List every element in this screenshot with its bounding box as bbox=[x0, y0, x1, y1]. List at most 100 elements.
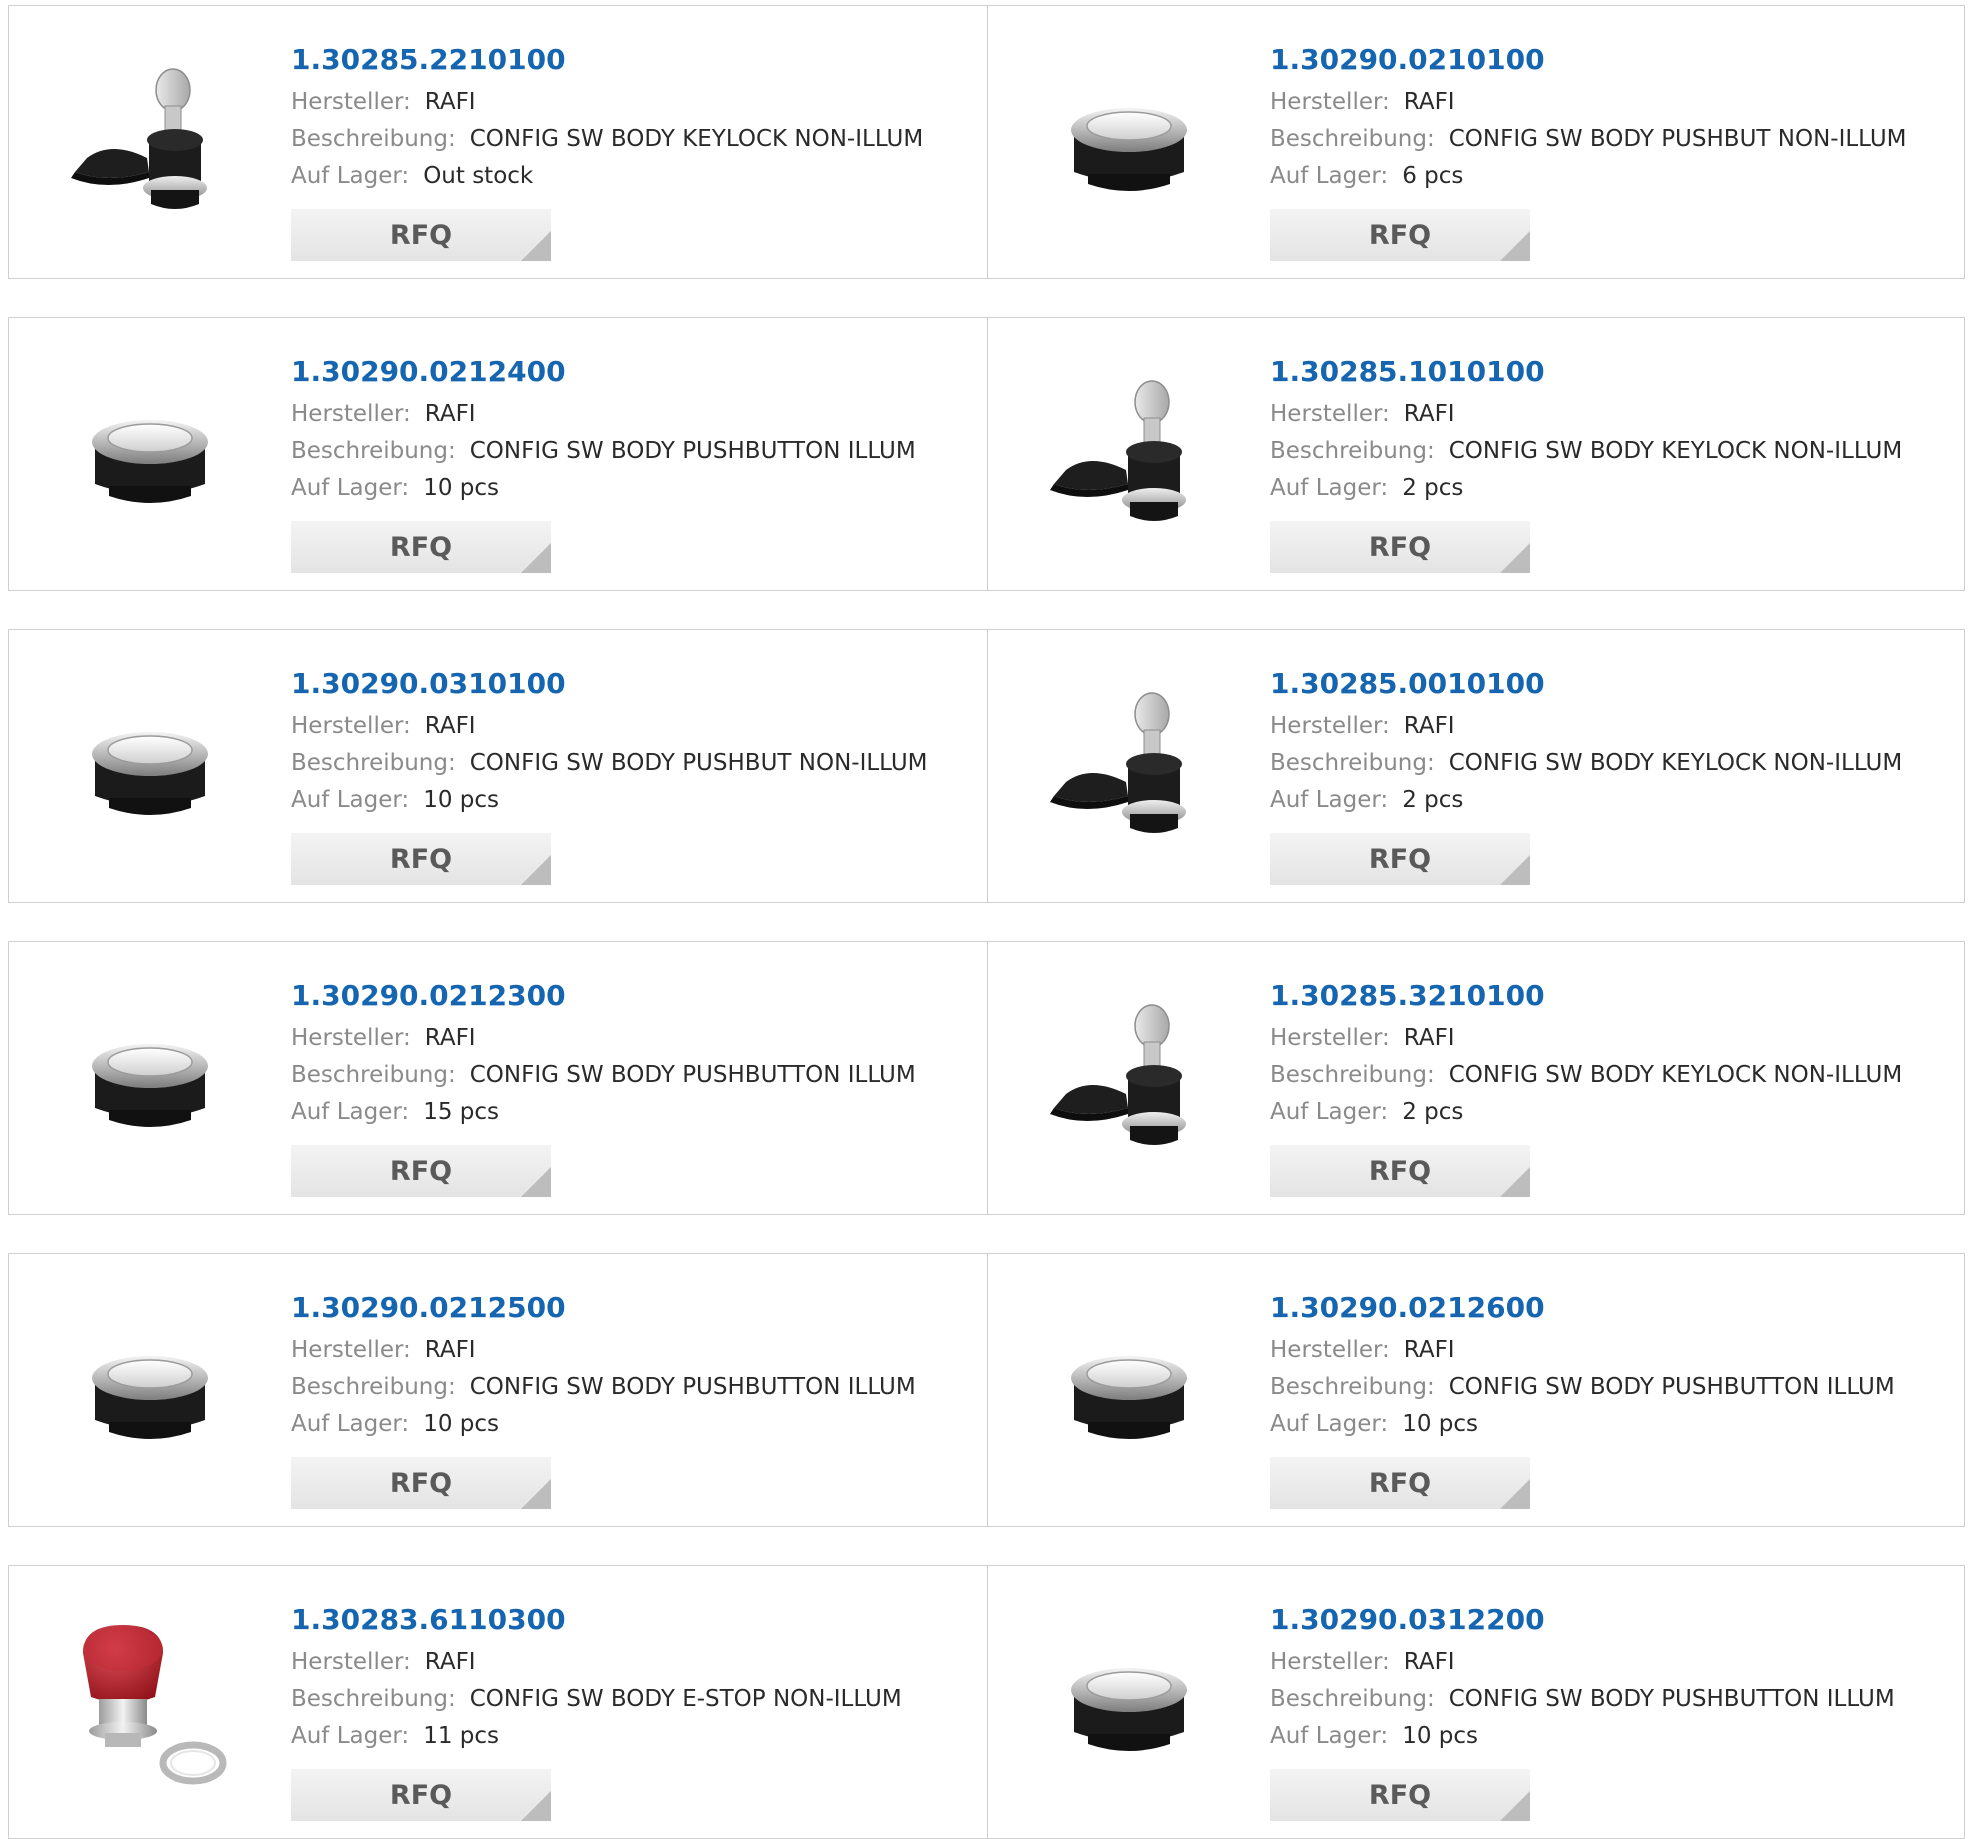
part-number-link[interactable]: 1.30285.1010100 bbox=[1270, 348, 1956, 396]
product-row: 1.30290.0212400 Hersteller: RAFI Beschrei… bbox=[8, 317, 1965, 591]
rfq-button[interactable]: RFQ bbox=[1270, 1457, 1530, 1509]
manufacturer-label: Hersteller: bbox=[291, 1337, 411, 1363]
description-label: Beschreibung: bbox=[1270, 1686, 1435, 1712]
product-row: 1.30285.2210100 Hersteller: RAFI Beschrei… bbox=[8, 5, 1965, 279]
manufacturer-label: Hersteller: bbox=[1270, 1025, 1390, 1051]
rfq-button[interactable]: RFQ bbox=[291, 833, 551, 885]
rfq-button-label: RFQ bbox=[389, 1155, 453, 1187]
stock-label: Auf Lager: bbox=[291, 1411, 410, 1437]
part-number-link[interactable]: 1.30285.3210100 bbox=[1270, 972, 1956, 1020]
pushbutton-image bbox=[92, 1356, 208, 1439]
description-value: CONFIG SW BODY PUSHBUT NON-ILLUM bbox=[1448, 126, 1907, 152]
part-number-link[interactable]: 1.30285.0010100 bbox=[1270, 660, 1956, 708]
rfq-button[interactable]: RFQ bbox=[291, 521, 551, 573]
manufacturer-label: Hersteller: bbox=[291, 1025, 411, 1051]
manufacturer-label: Hersteller: bbox=[291, 89, 411, 115]
rfq-button-label: RFQ bbox=[389, 219, 453, 251]
product-row: 1.30290.0212500 Hersteller: RAFI Beschrei… bbox=[8, 1253, 1965, 1527]
stock-label: Auf Lager: bbox=[1270, 1099, 1389, 1125]
part-number-link[interactable]: 1.30285.2210100 bbox=[291, 36, 977, 84]
stock-value: 10 pcs bbox=[1402, 1723, 1478, 1749]
rfq-button[interactable]: RFQ bbox=[1270, 1769, 1530, 1821]
product-card: 1.30290.0210100 Hersteller: RAFI Beschrei… bbox=[987, 6, 1966, 278]
rfq-button[interactable]: RFQ bbox=[1270, 521, 1530, 573]
product-image-slot[interactable] bbox=[1030, 44, 1228, 242]
part-number-link[interactable]: 1.30290.0212400 bbox=[291, 348, 977, 396]
manufacturer-value: RAFI bbox=[424, 89, 476, 115]
stock-value: 10 pcs bbox=[423, 475, 499, 501]
pushbutton-image bbox=[92, 732, 208, 815]
rfq-button-label: RFQ bbox=[1368, 1779, 1432, 1811]
corner-triangle-icon bbox=[1500, 1479, 1530, 1509]
corner-triangle-icon bbox=[1500, 1791, 1530, 1821]
manufacturer-value: RAFI bbox=[424, 713, 476, 739]
stock-label: Auf Lager: bbox=[291, 1099, 410, 1125]
product-row: 1.30283.6110300 Hersteller: RAFI Beschrei… bbox=[8, 1565, 1965, 1839]
product-image-slot[interactable] bbox=[1030, 1604, 1228, 1802]
rfq-button-label: RFQ bbox=[1368, 1155, 1432, 1187]
product-image-slot[interactable] bbox=[51, 356, 249, 554]
part-number-link[interactable]: 1.30290.0210100 bbox=[1270, 36, 1956, 84]
stock-value: 15 pcs bbox=[423, 1099, 499, 1125]
product-image-slot[interactable] bbox=[1030, 356, 1228, 554]
product-card: 1.30290.0310100 Hersteller: RAFI Beschrei… bbox=[9, 630, 987, 902]
part-number-link[interactable]: 1.30290.0212500 bbox=[291, 1284, 977, 1332]
product-card: 1.30285.1010100 Hersteller: RAFI Beschrei… bbox=[987, 318, 1966, 590]
part-number-link[interactable]: 1.30290.0212600 bbox=[1270, 1284, 1956, 1332]
product-image-slot[interactable] bbox=[1030, 980, 1228, 1178]
description-label: Beschreibung: bbox=[291, 1062, 456, 1088]
rfq-button-label: RFQ bbox=[1368, 219, 1432, 251]
product-image-slot[interactable] bbox=[51, 668, 249, 866]
corner-triangle-icon bbox=[1500, 855, 1530, 885]
stock-label: Auf Lager: bbox=[291, 475, 410, 501]
manufacturer-label: Hersteller: bbox=[291, 1649, 411, 1675]
rfq-button[interactable]: RFQ bbox=[1270, 209, 1530, 261]
description-label: Beschreibung: bbox=[291, 126, 456, 152]
product-image-slot[interactable] bbox=[1030, 1292, 1228, 1490]
description-value: CONFIG SW BODY KEYLOCK NON-ILLUM bbox=[1448, 1062, 1903, 1088]
corner-triangle-icon bbox=[1500, 231, 1530, 261]
product-card: 1.30285.3210100 Hersteller: RAFI Beschrei… bbox=[987, 942, 1966, 1214]
rfq-button[interactable]: RFQ bbox=[291, 1145, 551, 1197]
pushbutton-image bbox=[1071, 1668, 1187, 1751]
rfq-button[interactable]: RFQ bbox=[291, 209, 551, 261]
stock-label: Auf Lager: bbox=[1270, 1411, 1389, 1437]
rfq-button-label: RFQ bbox=[1368, 531, 1432, 563]
part-number-link[interactable]: 1.30290.0312200 bbox=[1270, 1596, 1956, 1644]
rfq-button[interactable]: RFQ bbox=[1270, 1145, 1530, 1197]
product-image-slot[interactable] bbox=[51, 44, 249, 242]
corner-triangle-icon bbox=[521, 231, 551, 261]
rfq-button[interactable]: RFQ bbox=[291, 1769, 551, 1821]
part-number-link[interactable]: 1.30290.0310100 bbox=[291, 660, 977, 708]
product-grid: 1.30285.2210100 Hersteller: RAFI Beschrei… bbox=[0, 0, 1971, 1839]
description-label: Beschreibung: bbox=[1270, 750, 1435, 776]
description-value: CONFIG SW BODY KEYLOCK NON-ILLUM bbox=[1448, 750, 1903, 776]
product-image-slot[interactable] bbox=[1030, 668, 1228, 866]
rfq-button-label: RFQ bbox=[1368, 1467, 1432, 1499]
manufacturer-value: RAFI bbox=[1403, 1025, 1455, 1051]
product-card: 1.30290.0212400 Hersteller: RAFI Beschrei… bbox=[9, 318, 987, 590]
stock-label: Auf Lager: bbox=[1270, 787, 1389, 813]
description-label: Beschreibung: bbox=[291, 750, 456, 776]
stock-value: Out stock bbox=[423, 163, 534, 189]
product-card: 1.30290.0212600 Hersteller: RAFI Beschrei… bbox=[987, 1254, 1966, 1526]
product-image-slot[interactable] bbox=[51, 980, 249, 1178]
part-number-link[interactable]: 1.30290.0212300 bbox=[291, 972, 977, 1020]
manufacturer-value: RAFI bbox=[1403, 401, 1455, 427]
product-image-slot[interactable] bbox=[51, 1292, 249, 1490]
rfq-button[interactable]: RFQ bbox=[291, 1457, 551, 1509]
rfq-button-label: RFQ bbox=[389, 1467, 453, 1499]
part-number-link[interactable]: 1.30283.6110300 bbox=[291, 1596, 977, 1644]
manufacturer-value: RAFI bbox=[1403, 89, 1455, 115]
description-label: Beschreibung: bbox=[1270, 1374, 1435, 1400]
description-value: CONFIG SW BODY KEYLOCK NON-ILLUM bbox=[1448, 438, 1903, 464]
manufacturer-value: RAFI bbox=[424, 1649, 476, 1675]
product-image-slot[interactable] bbox=[51, 1604, 249, 1802]
manufacturer-label: Hersteller: bbox=[1270, 89, 1390, 115]
rfq-button[interactable]: RFQ bbox=[1270, 833, 1530, 885]
corner-triangle-icon bbox=[521, 855, 551, 885]
description-label: Beschreibung: bbox=[1270, 1062, 1435, 1088]
manufacturer-value: RAFI bbox=[424, 1337, 476, 1363]
manufacturer-label: Hersteller: bbox=[1270, 713, 1390, 739]
stock-value: 2 pcs bbox=[1402, 787, 1464, 813]
